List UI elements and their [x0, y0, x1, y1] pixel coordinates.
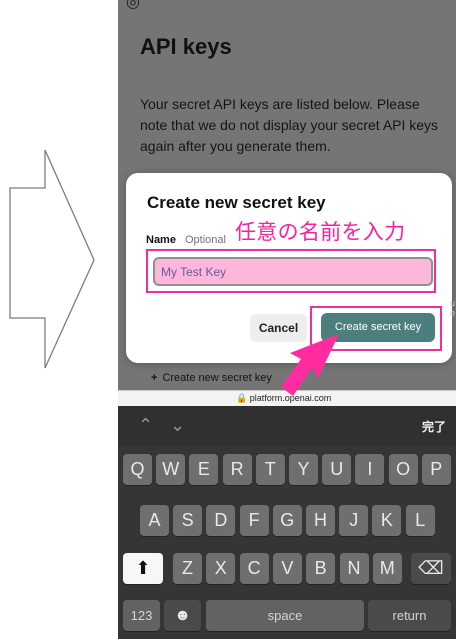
key-y[interactable]: Y [289, 454, 318, 485]
key-p[interactable]: P [421, 454, 451, 485]
create-new-secret-key-label: Create new secret key [162, 372, 272, 384]
space-key[interactable]: space [206, 600, 364, 631]
delete-icon: ⌫ [418, 558, 444, 578]
pink-pointing-arrow-annotation [281, 334, 339, 396]
hidden-side-content: ue [450, 298, 456, 318]
emoji-icon: ☻ [174, 607, 191, 624]
key-l[interactable]: L [405, 505, 435, 536]
key-s[interactable]: S [173, 505, 203, 536]
key-u[interactable]: U [322, 454, 352, 485]
key-r[interactable]: R [222, 454, 252, 485]
key-o[interactable]: O [388, 454, 418, 485]
shift-key[interactable]: ⬆ [123, 553, 163, 584]
plus-icon: + [151, 372, 158, 384]
key-h[interactable]: H [306, 505, 335, 536]
shift-icon: ⬆ [135, 558, 151, 578]
keyboard-toolbar: ⌃ ⌄ 完了 [118, 406, 456, 446]
delete-key[interactable]: ⌫ [411, 553, 451, 584]
ios-keyboard: ⌃ ⌄ 完了 Q W E R T Y U I O P A S D F G H J K L ⬆ Z X C V B N M ⌫ 123 ☻ s… [118, 406, 456, 639]
key-j[interactable]: J [339, 505, 369, 536]
key-v[interactable]: V [272, 553, 302, 584]
api-key-description: Your secret API keys are listed below. P… [140, 96, 439, 154]
key-t[interactable]: T [255, 454, 285, 485]
chevron-down-icon[interactable]: ⌄ [170, 415, 185, 436]
key-z[interactable]: Z [173, 553, 202, 584]
key-b[interactable]: B [306, 553, 336, 584]
key-m[interactable]: M [372, 553, 402, 584]
dialog-title: Create new secret key [147, 193, 326, 212]
key-n[interactable]: N [339, 553, 369, 584]
key-w[interactable]: W [156, 454, 186, 485]
chevron-up-icon[interactable]: ⌃ [138, 415, 153, 436]
name-input-annotation: 任意の名前を入力 [235, 221, 406, 244]
mobile-screen: ◎ API keys Your secret API keys are list… [118, 0, 456, 639]
key-e[interactable]: E [189, 454, 219, 485]
key-q[interactable]: Q [123, 454, 152, 485]
numbers-key[interactable]: 123 [123, 600, 160, 631]
secret-key-name-input[interactable] [153, 257, 433, 286]
logo-icon: ◎ [126, 0, 140, 11]
key-f[interactable]: F [239, 505, 269, 536]
emoji-key[interactable]: ☻ [164, 600, 201, 631]
key-a[interactable]: A [140, 505, 169, 536]
name-label: Name [146, 234, 176, 246]
done-button[interactable]: 完了 [422, 418, 446, 435]
return-key[interactable]: return [368, 600, 451, 631]
optional-label: Optional [185, 234, 226, 246]
key-c[interactable]: C [239, 553, 269, 584]
page-title: API keys [140, 34, 232, 59]
key-g[interactable]: G [272, 505, 302, 536]
large-right-arrow-annotation [9, 149, 95, 369]
key-x[interactable]: X [206, 553, 236, 584]
key-i[interactable]: I [355, 454, 385, 485]
create-new-secret-key-link[interactable]: + Create new secret key [151, 372, 272, 384]
key-k[interactable]: K [372, 505, 402, 536]
key-d[interactable]: D [206, 505, 236, 536]
